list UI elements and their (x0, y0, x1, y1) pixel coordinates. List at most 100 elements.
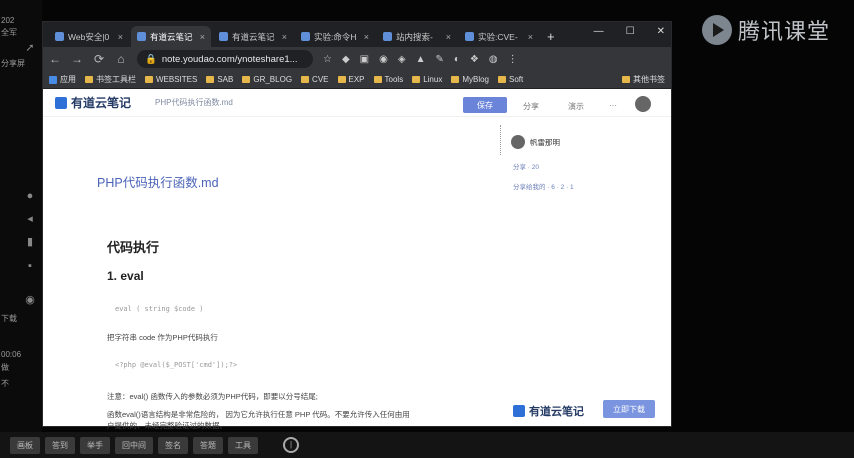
tab-favicon-icon (301, 32, 310, 41)
present-link[interactable]: 演示 (568, 101, 584, 112)
download-button[interactable]: 立即下载 (603, 400, 655, 418)
close-icon[interactable]: × (364, 32, 369, 42)
apps-icon (49, 75, 57, 84)
footer-logo[interactable]: 有道云笔记 (513, 403, 584, 419)
toolbar-button[interactable]: 画板 (10, 436, 40, 454)
tab-3[interactable]: 有道云笔记 × (213, 26, 293, 47)
bookmark-folder[interactable]: MyBlog (451, 75, 489, 84)
new-tab-button[interactable]: + (541, 29, 561, 47)
toolbar-button[interactable]: 答到 (45, 436, 75, 454)
bookmark-folder[interactable]: Tools (373, 75, 403, 84)
toolbar-button[interactable]: 签名 (158, 436, 188, 454)
url-input[interactable]: 🔒 note.youdao.com/ynoteshare1... (137, 50, 313, 68)
share-screen-icon[interactable]: ➚ (24, 42, 36, 54)
bookmark-other[interactable]: 其他书签 (622, 74, 665, 85)
extension-icon[interactable]: ◆ (342, 54, 350, 65)
home-icon[interactable]: ⌂ (115, 52, 127, 66)
tab-favicon-icon (383, 32, 392, 41)
folder-icon (242, 76, 251, 83)
maximize-button[interactable]: ☐ (626, 26, 635, 37)
tencent-classroom-logo: 腾讯课堂 (701, 14, 830, 46)
folder-icon (412, 76, 421, 83)
divider (500, 125, 502, 155)
extension-icon[interactable]: ◈ (398, 54, 406, 65)
toolbar-button[interactable]: 回中间 (115, 436, 153, 454)
close-icon[interactable]: × (528, 32, 533, 42)
bookmark-folder[interactable]: CVE (301, 75, 329, 84)
folder-icon (622, 76, 630, 83)
lock-icon: 🔒 (145, 53, 157, 65)
extension-icon[interactable]: ◐ (454, 54, 460, 65)
extension-icon[interactable]: ▲ (416, 54, 426, 65)
tab-label: 实验:命令H (314, 31, 357, 42)
volume-icon[interactable]: ◂ (24, 213, 36, 225)
extension-icon[interactable]: ◉ (379, 54, 388, 65)
signal-icon: ▮ (26, 236, 34, 248)
close-icon[interactable]: × (282, 32, 287, 42)
youdao-logo-icon (55, 96, 67, 109)
extension-icon[interactable]: ▣ (360, 54, 369, 65)
bookmark-folder[interactable]: EXP (337, 75, 365, 84)
download-icon[interactable]: ◉ (24, 294, 36, 306)
folder-icon (337, 76, 346, 83)
bookmark-folder[interactable]: Linux (412, 75, 442, 84)
close-icon[interactable]: × (118, 32, 123, 42)
tab-favicon-icon (137, 32, 146, 41)
bookmark-apps[interactable]: 应用 (49, 74, 76, 85)
save-button[interactable]: 保存 (463, 97, 507, 113)
close-icon[interactable]: × (200, 32, 205, 42)
bookmark-folder[interactable]: Soft (498, 75, 523, 84)
bookmark-folder[interactable]: WEBSITES (145, 75, 197, 84)
bookmark-folder[interactable]: GR_BLOG (242, 75, 292, 84)
note-page: 有道云笔记 PHP代码执行函数.md 保存 分享 演示 ··· 帆雷那明 分享 … (43, 89, 671, 430)
tab-6[interactable]: 实验:CVE- × (459, 26, 539, 47)
sidebar-line[interactable]: 分享 · 20 (513, 161, 539, 171)
folder-icon (498, 76, 507, 83)
youdao-logo[interactable]: 有道云笔记 (55, 94, 131, 111)
toolbar-button[interactable]: 答题 (193, 436, 223, 454)
toolbar-button[interactable]: 举手 (80, 436, 110, 454)
power-icon[interactable]: | (283, 437, 299, 453)
more-menu[interactable]: ··· (609, 101, 617, 110)
tab-1[interactable]: Web安全|0 × (49, 26, 129, 47)
sidebar-user[interactable]: 帆雷那明 (511, 135, 560, 149)
close-window-button[interactable]: ✕ (657, 26, 665, 37)
tab-label: 有道云笔记 (150, 31, 193, 42)
menu-icon[interactable]: ⋮ (508, 54, 518, 65)
logo-text: 有道云笔记 (71, 96, 132, 110)
tab-4[interactable]: 实验:命令H × (295, 26, 375, 47)
bookmark-folder[interactable]: 书签工具栏 (85, 74, 136, 85)
tab-5[interactable]: 站内搜索- × (377, 26, 457, 47)
toolbar-button[interactable]: 工具 (228, 436, 258, 454)
code-block: <?php @eval($_POST['cmd']);?> (115, 361, 238, 369)
share-link[interactable]: 分享 (523, 101, 539, 112)
folder-icon (145, 76, 153, 83)
reload-icon[interactable]: ⟳ (93, 52, 105, 66)
paragraph: 函数eval()语言结构是非常危险的， 因为它允许执行任意 PHP 代码。不要允… (107, 410, 410, 419)
browser-window: Web安全|0 × 有道云笔记 × 有道云笔记 × 实验:命令H × 站内搜索- × 实验… (42, 21, 672, 430)
back-icon[interactable]: ← (49, 52, 61, 66)
minimize-button[interactable]: — (594, 26, 604, 37)
tab-label: 实验:CVE- (478, 31, 518, 42)
star-icon[interactable]: ☆ (323, 54, 332, 65)
left-text: 分享屏 (1, 59, 25, 68)
tab-2[interactable]: 有道云笔记 × (131, 26, 211, 47)
microphone-icon[interactable]: ● (24, 190, 36, 202)
bookmarks-bar: 应用 书签工具栏 WEBSITES SAB GR_BLOG CVE EXP To… (43, 71, 671, 89)
avatar[interactable] (635, 96, 651, 112)
close-icon[interactable]: × (446, 32, 451, 42)
extension-icon[interactable]: ✎ (435, 54, 443, 65)
camera-icon[interactable]: ▪ (24, 260, 36, 272)
extension-icon[interactable]: ❖ (470, 54, 479, 65)
youdao-logo-icon (513, 405, 525, 417)
sidebar-line[interactable]: 分享给我的 · 6 · 2 · 1 (513, 181, 574, 191)
paragraph: 注意：eval() 函数传入的参数必须为PHP代码，即要以分号结尾; (107, 392, 318, 401)
tab-label: Web安全|0 (68, 31, 110, 42)
bookmark-folder[interactable]: SAB (206, 75, 233, 84)
timer: 00:06 (1, 350, 22, 359)
forward-icon[interactable]: → (71, 52, 83, 66)
tab-favicon-icon (219, 32, 228, 41)
left-text: 全军 (1, 28, 17, 37)
left-text: 202 (1, 16, 15, 25)
extension-icon[interactable]: ◍ (489, 54, 498, 65)
